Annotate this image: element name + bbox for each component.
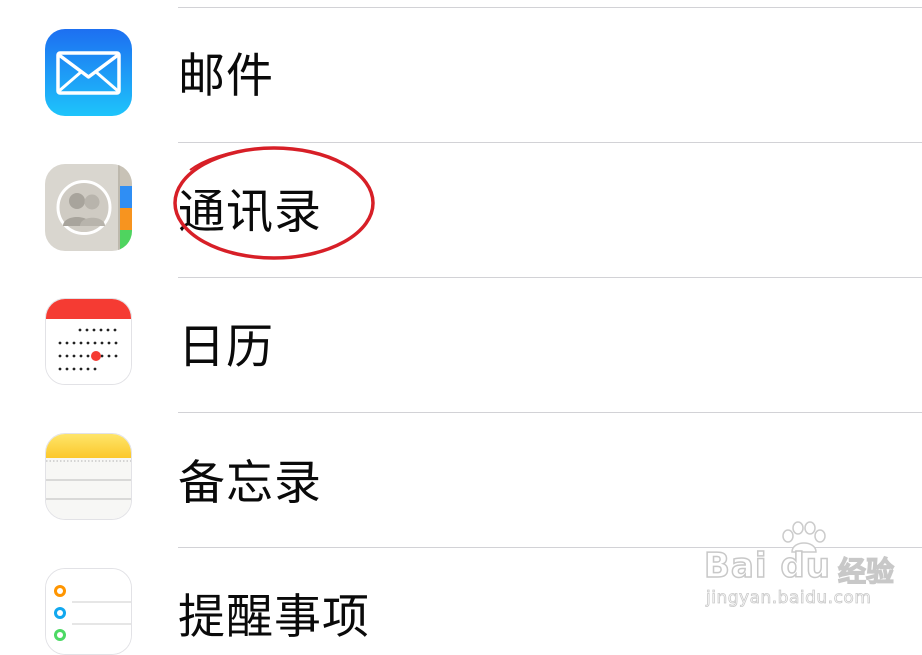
divider: [178, 277, 922, 278]
watermark: Bai du 经验 jingyan.baidu.com: [703, 520, 904, 610]
mail-label: 邮件: [178, 49, 274, 104]
reminders-icon: [45, 568, 132, 655]
watermark-subtitle: 经验: [837, 554, 895, 588]
contacts-label: 通讯录: [178, 185, 322, 240]
watermark-brand: Bai du: [703, 545, 831, 587]
calendar-label: 日历: [178, 320, 274, 375]
reminders-label: 提醒事项: [178, 590, 370, 645]
divider: [178, 7, 922, 8]
watermark-url: jingyan.baidu.com: [706, 588, 872, 609]
calendar-icon: [45, 298, 132, 385]
contacts-icon: [45, 164, 132, 251]
notes-icon: [45, 433, 132, 520]
divider: [178, 142, 922, 143]
mail-icon: [45, 29, 132, 116]
notes-label: 备忘录: [178, 456, 322, 511]
divider: [178, 412, 922, 413]
